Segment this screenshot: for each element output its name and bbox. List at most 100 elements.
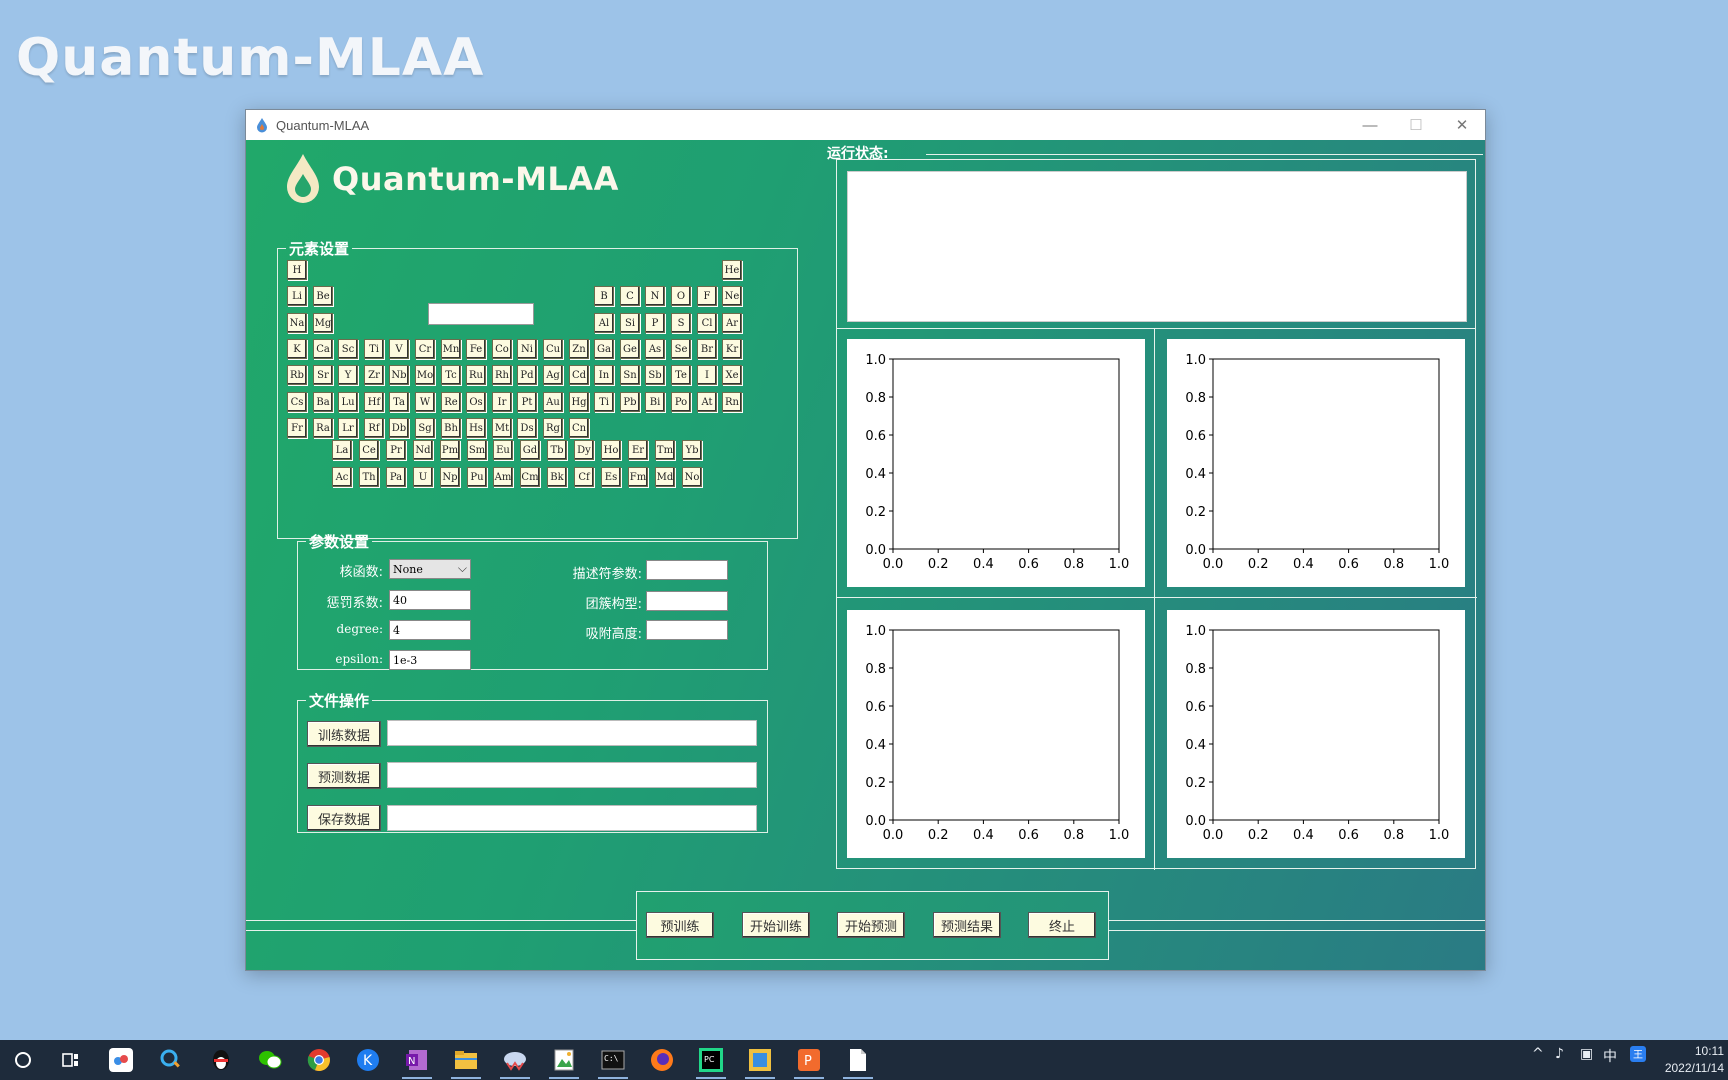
element-button-se[interactable]: Se — [671, 339, 691, 359]
element-button-lr[interactable]: Lr — [338, 418, 358, 438]
element-button-he[interactable]: He — [722, 260, 742, 280]
train-data-path[interactable] — [387, 720, 757, 746]
element-button-fr[interactable]: Fr — [287, 418, 307, 438]
element-button-ni[interactable]: Ni — [517, 339, 537, 359]
element-button-md[interactable]: Md — [655, 467, 675, 487]
element-button-ti[interactable]: Ti — [594, 392, 614, 412]
element-button-y[interactable]: Y — [338, 365, 358, 385]
element-button-zn[interactable]: Zn — [569, 339, 589, 359]
element-button-sn[interactable]: Sn — [620, 365, 640, 385]
element-button-ir[interactable]: Ir — [492, 392, 512, 412]
penalty-input[interactable]: 40 — [389, 590, 471, 610]
element-button-dy[interactable]: Dy — [574, 440, 594, 460]
element-button-fe[interactable]: Fe — [466, 339, 486, 359]
element-button-rh[interactable]: Rh — [492, 365, 512, 385]
element-button-al[interactable]: Al — [594, 313, 614, 333]
element-button-cs[interactable]: Cs — [287, 392, 307, 412]
stop-button[interactable]: 终止 — [1028, 912, 1096, 938]
element-button-cf[interactable]: Cf — [574, 467, 594, 487]
chrome-icon[interactable] — [304, 1045, 334, 1075]
file-explorer-icon[interactable] — [451, 1045, 481, 1075]
element-button-ta[interactable]: Ta — [389, 392, 409, 412]
element-button-eu[interactable]: Eu — [493, 440, 513, 460]
element-button-pm[interactable]: Pm — [440, 440, 460, 460]
element-button-sb[interactable]: Sb — [645, 365, 665, 385]
taskbar-clock[interactable]: 10:11 2022/11/14 — [1665, 1043, 1724, 1077]
element-button-in[interactable]: In — [594, 365, 614, 385]
minimize-button[interactable]: — — [1347, 110, 1393, 140]
element-button-fm[interactable]: Fm — [628, 467, 648, 487]
element-button-sr[interactable]: Sr — [313, 365, 333, 385]
element-button-ru[interactable]: Ru — [466, 365, 486, 385]
descriptor-input[interactable] — [646, 560, 728, 580]
element-button-rn[interactable]: Rn — [722, 392, 742, 412]
element-button-pu[interactable]: Pu — [467, 467, 487, 487]
element-button-br[interactable]: Br — [697, 339, 717, 359]
element-button-p[interactable]: P — [645, 313, 665, 333]
element-button-mo[interactable]: Mo — [415, 365, 435, 385]
element-button-ag[interactable]: Ag — [543, 365, 563, 385]
onenote-icon[interactable]: N — [402, 1045, 432, 1075]
pretrain-button[interactable]: 预训练 — [646, 912, 714, 938]
element-button-la[interactable]: La — [332, 440, 352, 460]
element-button-ba[interactable]: Ba — [313, 392, 333, 412]
kernel-select[interactable]: None ⌵ — [389, 559, 471, 579]
close-button[interactable]: ✕ — [1439, 110, 1485, 140]
element-button-cm[interactable]: Cm — [520, 467, 540, 487]
element-button-ne[interactable]: Ne — [722, 286, 742, 306]
element-button-rb[interactable]: Rb — [287, 365, 307, 385]
tray-input-tool-icon[interactable]: 王 — [1630, 1046, 1646, 1066]
element-button-sg[interactable]: Sg — [415, 418, 435, 438]
tray-network-icon[interactable]: ▣ — [1580, 1046, 1593, 1062]
element-button-pb[interactable]: Pb — [620, 392, 640, 412]
element-button-cd[interactable]: Cd — [569, 365, 589, 385]
element-button-re[interactable]: Re — [441, 392, 461, 412]
pycharm-icon[interactable]: PC — [696, 1045, 726, 1075]
train-data-button[interactable]: 训练数据 — [307, 721, 381, 747]
wechat-icon[interactable] — [255, 1045, 285, 1075]
element-button-na[interactable]: Na — [287, 313, 307, 333]
powerpoint-icon[interactable]: P — [794, 1045, 824, 1075]
predict-data-path[interactable] — [387, 762, 757, 788]
element-selection-box[interactable] — [428, 303, 534, 325]
element-button-kr[interactable]: Kr — [722, 339, 742, 359]
maximize-button[interactable]: ☐ — [1393, 110, 1439, 140]
element-button-tm[interactable]: Tm — [655, 440, 675, 460]
element-button-v[interactable]: V — [389, 339, 409, 359]
predict-result-button[interactable]: 预测结果 — [933, 912, 1001, 938]
element-button-pd[interactable]: Pd — [517, 365, 537, 385]
element-button-ge[interactable]: Ge — [620, 339, 640, 359]
element-button-tc[interactable]: Tc — [441, 365, 461, 385]
element-button-cn[interactable]: Cn — [569, 418, 589, 438]
kugou-icon[interactable]: K — [353, 1045, 383, 1075]
element-button-pt[interactable]: Pt — [517, 392, 537, 412]
image-editor-icon[interactable] — [549, 1045, 579, 1075]
element-button-nd[interactable]: Nd — [413, 440, 433, 460]
element-button-tb[interactable]: Tb — [547, 440, 567, 460]
start-circle-icon[interactable] — [8, 1045, 38, 1075]
element-button-cr[interactable]: Cr — [415, 339, 435, 359]
element-button-cl[interactable]: Cl — [697, 313, 717, 333]
element-button-u[interactable]: U — [413, 467, 433, 487]
element-button-be[interactable]: Be — [313, 286, 333, 306]
element-button-ra[interactable]: Ra — [313, 418, 333, 438]
element-button-hg[interactable]: Hg — [569, 392, 589, 412]
cluster-input[interactable] — [646, 591, 728, 611]
element-button-nb[interactable]: Nb — [389, 365, 409, 385]
element-button-mn[interactable]: Mn — [441, 339, 461, 359]
element-button-as[interactable]: As — [645, 339, 665, 359]
element-button-th[interactable]: Th — [359, 467, 379, 487]
element-button-er[interactable]: Er — [628, 440, 648, 460]
element-button-w[interactable]: W — [415, 392, 435, 412]
window-titlebar[interactable]: Quantum-MLAA — ☐ ✕ — [246, 110, 1485, 140]
element-button-cu[interactable]: Cu — [543, 339, 563, 359]
qq-penguin-icon[interactable] — [206, 1045, 236, 1075]
element-button-am[interactable]: Am — [493, 467, 513, 487]
element-button-ce[interactable]: Ce — [359, 440, 379, 460]
element-button-s[interactable]: S — [671, 313, 691, 333]
element-button-mg[interactable]: Mg — [313, 313, 333, 333]
element-button-i[interactable]: I — [697, 365, 717, 385]
element-button-bi[interactable]: Bi — [645, 392, 665, 412]
element-button-sc[interactable]: Sc — [338, 339, 358, 359]
image-viewer-icon[interactable] — [745, 1045, 775, 1075]
